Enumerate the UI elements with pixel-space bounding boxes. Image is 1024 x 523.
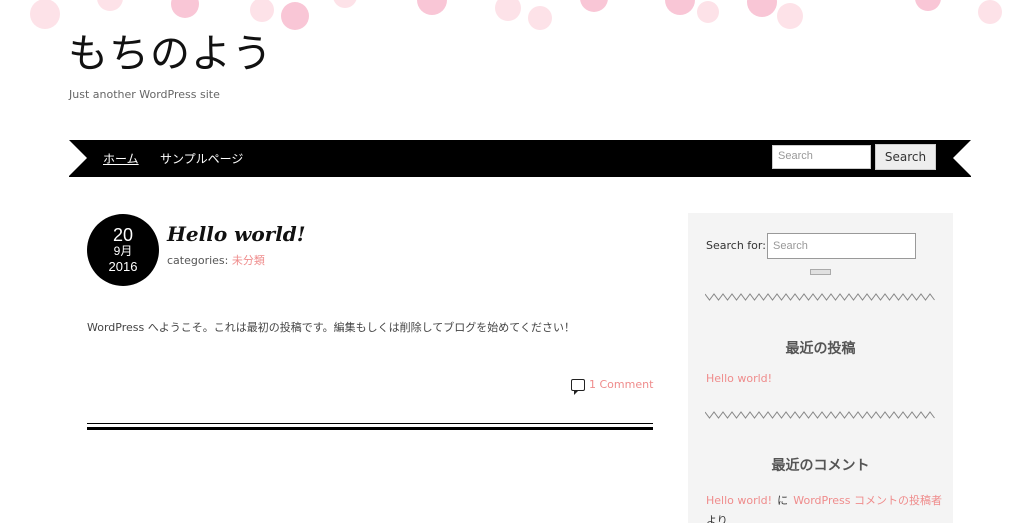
sidebar-zigzag-divider	[705, 293, 935, 301]
site-title[interactable]: もちのよう	[68, 32, 273, 76]
recent-comment-author-link[interactable]: WordPress コメントの投稿者	[793, 494, 942, 507]
sidebar	[688, 213, 953, 523]
sidebar-zigzag-divider	[705, 411, 935, 419]
post-categories-label: categories:	[167, 254, 229, 267]
post-date-badge: 20 9月 2016	[87, 214, 159, 286]
sidebar-search-input[interactable]: Search	[767, 233, 916, 259]
nav-notch-right	[953, 140, 971, 176]
post-date-year: 2016	[108, 259, 138, 274]
comment-link[interactable]: 1 Comment	[589, 378, 653, 391]
post-separator-thin	[87, 423, 653, 424]
sidebar-search-label: Search for:	[706, 239, 766, 252]
decorative-dot	[580, 0, 608, 12]
post-date-month: 9月	[113, 244, 133, 258]
decorative-dot	[333, 0, 357, 8]
decorative-dot	[97, 0, 123, 11]
comment-bubble-icon	[571, 378, 585, 395]
decorative-dot	[777, 3, 803, 29]
nav-search-input[interactable]: Search	[772, 145, 871, 169]
decorative-dot	[697, 1, 719, 23]
decorative-dots-banner	[0, 0, 1024, 30]
recent-comments-heading: 最近のコメント	[771, 458, 870, 474]
nav-search-button[interactable]: Search	[875, 144, 936, 170]
decorative-dot	[915, 0, 941, 11]
decorative-dot	[495, 0, 521, 21]
nav-item-sample-page[interactable]: サンプルページ	[160, 150, 243, 167]
recent-posts-heading: 最近の投稿	[785, 341, 856, 357]
nav-notch-left	[69, 140, 87, 176]
post-category-link[interactable]: 未分類	[232, 254, 265, 267]
recent-comment-suffix: より	[706, 514, 728, 523]
recent-comment-joiner: に	[777, 494, 789, 507]
decorative-dot	[978, 0, 1002, 24]
post-body: WordPress へようこそ。これは最初の投稿です。編集もしくは削除してブログ…	[87, 321, 575, 334]
recent-comment-post-link[interactable]: Hello world!	[706, 494, 772, 507]
decorative-dot	[665, 0, 695, 15]
decorative-dot	[171, 0, 199, 18]
decorative-dot	[417, 0, 447, 15]
site-description: Just another WordPress site	[69, 88, 220, 101]
decorative-dot	[528, 6, 552, 30]
nav-item-home[interactable]: ホーム	[103, 150, 139, 167]
post-categories: categories: 未分類	[167, 252, 265, 268]
post-separator-thick	[87, 427, 653, 430]
comment-link-row[interactable]: 1 Comment	[571, 378, 653, 395]
decorative-dot	[30, 0, 60, 29]
post-title[interactable]: Hello world!	[167, 222, 306, 246]
decorative-dot	[250, 0, 274, 22]
sidebar-search-button[interactable]	[810, 269, 831, 275]
recent-post-link[interactable]: Hello world!	[706, 372, 772, 385]
decorative-dot	[747, 0, 777, 17]
recent-comment-item: Hello world! に WordPress コメントの投稿者 より	[706, 489, 946, 523]
post-date-day: 20	[112, 225, 134, 245]
decorative-dot	[281, 2, 309, 30]
